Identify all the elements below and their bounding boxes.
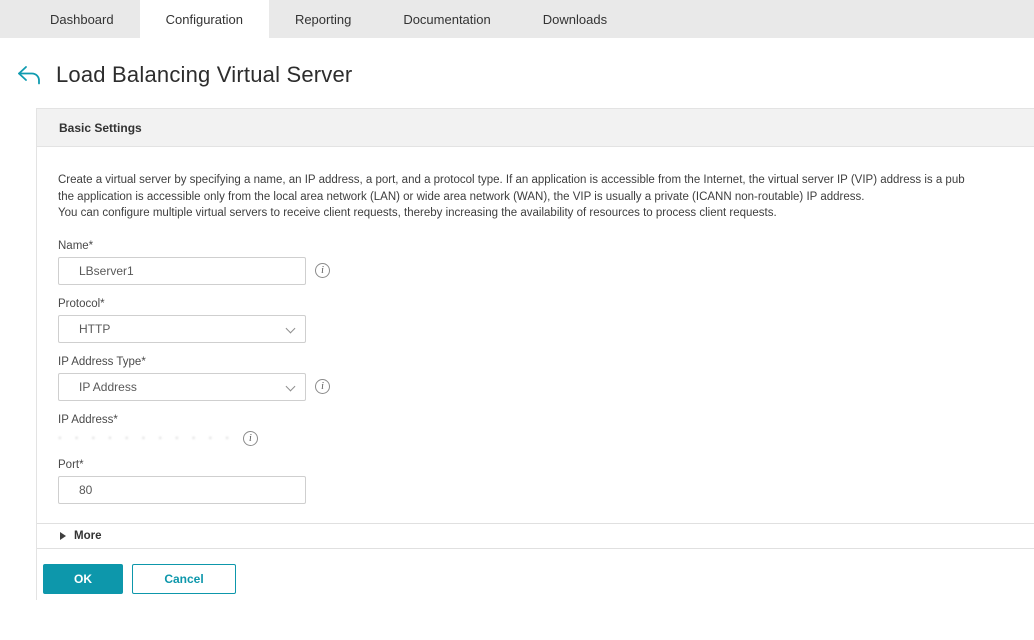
- ip-address-type-field-group: IP Address Type* IP Address i: [58, 356, 1034, 401]
- name-input[interactable]: [58, 257, 306, 285]
- protocol-select[interactable]: HTTP: [58, 315, 306, 343]
- tab-reporting[interactable]: Reporting: [269, 0, 377, 38]
- ok-button[interactable]: OK: [43, 564, 123, 594]
- info-icon[interactable]: i: [315, 379, 330, 394]
- description-line-3: You can configure multiple virtual serve…: [58, 205, 1034, 222]
- ip-address-field-group: IP Address* · · · · · · · · · · · i: [58, 414, 1034, 446]
- back-arrow-icon[interactable]: [16, 64, 42, 86]
- port-label: Port*: [58, 459, 1034, 471]
- tab-downloads[interactable]: Downloads: [517, 0, 633, 38]
- chevron-down-icon: [286, 323, 296, 333]
- description-line-2: the application is accessible only from …: [58, 189, 1034, 206]
- ip-address-label: IP Address*: [58, 414, 1034, 426]
- triangle-right-icon: [60, 532, 66, 540]
- tab-configuration[interactable]: Configuration: [140, 0, 269, 38]
- form-area: Name* i Protocol* HTTP IP Address Type*: [37, 240, 1034, 504]
- chevron-down-icon: [286, 381, 296, 391]
- description-text: Create a virtual server by specifying a …: [37, 172, 1034, 222]
- port-input[interactable]: [58, 476, 306, 504]
- ip-address-type-selected-value: IP Address: [79, 380, 137, 394]
- ip-address-masked-value: · · · · · · · · · · ·: [58, 432, 234, 444]
- cancel-button[interactable]: Cancel: [132, 564, 236, 594]
- page-title: Load Balancing Virtual Server: [56, 62, 352, 88]
- protocol-selected-value: HTTP: [79, 322, 110, 336]
- name-field-group: Name* i: [58, 240, 1034, 285]
- protocol-label: Protocol*: [58, 298, 1034, 310]
- basic-settings-header: Basic Settings: [37, 109, 1034, 147]
- button-row: OK Cancel: [37, 549, 1034, 594]
- top-navigation: Dashboard Configuration Reporting Docume…: [0, 0, 1034, 38]
- more-expander[interactable]: More: [37, 523, 1034, 549]
- ip-address-input[interactable]: · · · · · · · · · · ·: [58, 432, 234, 444]
- basic-settings-body: Create a virtual server by specifying a …: [37, 147, 1034, 594]
- tab-documentation[interactable]: Documentation: [377, 0, 516, 38]
- page-header: Load Balancing Virtual Server: [0, 38, 1034, 108]
- name-label: Name*: [58, 240, 1034, 252]
- ip-address-type-label: IP Address Type*: [58, 356, 1034, 368]
- tab-dashboard[interactable]: Dashboard: [24, 0, 140, 38]
- description-line-1: Create a virtual server by specifying a …: [58, 172, 1034, 189]
- more-label: More: [74, 530, 101, 542]
- basic-settings-panel: Basic Settings Create a virtual server b…: [36, 108, 1034, 600]
- protocol-field-group: Protocol* HTTP: [58, 298, 1034, 343]
- info-icon[interactable]: i: [315, 263, 330, 278]
- port-field-group: Port*: [58, 459, 1034, 504]
- ip-address-type-select[interactable]: IP Address: [58, 373, 306, 401]
- info-icon[interactable]: i: [243, 431, 258, 446]
